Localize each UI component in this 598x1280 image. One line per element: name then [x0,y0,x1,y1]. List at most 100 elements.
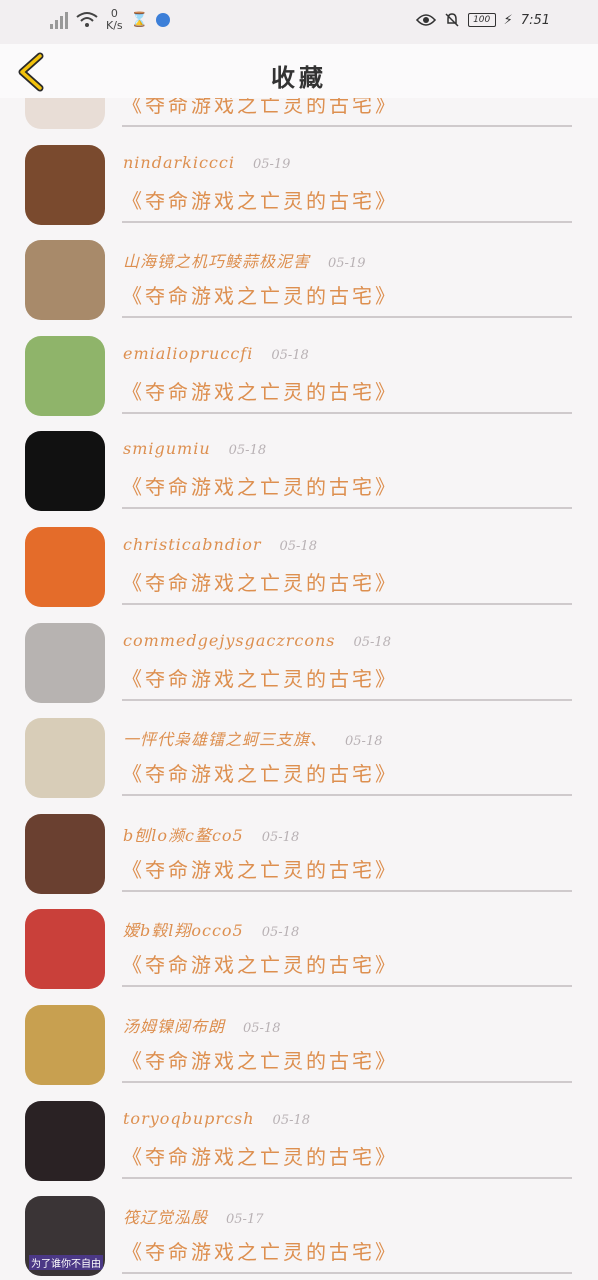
hourglass-icon: ⌛ [130,12,149,28]
user-name[interactable]: 一怦代枭雄镭之蚵三支旗、 [123,726,327,750]
item-date: 05-18 [345,734,383,750]
app-header: 收藏 [0,44,598,98]
item-date: 05-18 [272,1112,311,1128]
item-date: 05-18 [261,925,300,941]
divider [122,316,572,319]
list-item[interactable]: emialiopruccfi 05-18 《夺命游戏之亡灵的古宅》 [0,322,598,418]
book-title-link[interactable]: 《夺命游戏之亡灵的古宅》 [122,471,398,500]
user-meta: christicabndior 05-18 [123,535,317,554]
item-date: 05-19 [328,256,366,272]
divider [122,220,572,223]
book-title-link[interactable]: 《夺命游戏之亡灵的古宅》 [122,1236,398,1265]
book-title-link[interactable]: 《夺命游戏之亡灵的古宅》 [122,1141,398,1170]
book-title-link[interactable]: 《夺命游戏之亡灵的古宅》 [122,185,398,214]
divider [122,698,572,701]
book-title-link[interactable]: 《夺命游戏之亡灵的古宅》 [122,567,398,596]
divider [122,794,572,797]
user-name[interactable]: 山海镜之机巧鲮蒜极泥害 [123,248,310,272]
book-title-link[interactable]: 《夺命游戏之亡灵的古宅》 [122,949,398,978]
avatar[interactable] [25,909,105,990]
user-meta: commedgejysgaczrcons 05-18 [123,631,391,650]
book-title-link[interactable]: 《夺命游戏之亡灵的古宅》 [122,854,398,883]
list-item[interactable]: 汤姆镍阅布朗 05-18 《夺命游戏之亡灵的古宅》 [0,991,598,1087]
user-name[interactable]: b刨lo濒c鳌co5 [123,822,244,846]
signal-icon [48,11,68,29]
user-meta: 一怦代枭雄镭之蚵三支旗、 05-18 [123,726,383,750]
globe-icon [156,13,171,27]
user-name[interactable]: nindarkiccci [123,153,235,172]
avatar[interactable] [25,622,105,703]
avatar[interactable] [25,335,105,416]
book-title-link[interactable]: 《夺命游戏之亡灵的古宅》 [122,98,398,118]
user-meta: b刨lo濒c鳌co5 05-18 [123,822,299,846]
list-item[interactable]: christicabndior 05-18 《夺命游戏之亡灵的古宅》 [0,513,598,609]
divider [122,125,572,127]
list-item[interactable]: smigumiu 05-18 《夺命游戏之亡灵的古宅》 [0,417,598,513]
item-date: 05-18 [353,634,391,650]
divider [122,1272,572,1275]
list-item[interactable]: 《夺命游戏之亡灵的古宅》 [0,98,598,131]
user-meta: smigumiu 05-18 [123,439,266,458]
user-name[interactable]: 嫒b毂l翔occo5 [123,917,244,941]
divider [122,602,572,605]
user-name[interactable]: christicabndior [123,535,261,554]
avatar[interactable] [25,431,105,512]
user-meta: toryoqbuprcsh 05-18 [123,1109,310,1128]
item-date: 05-18 [279,538,317,554]
favorites-list[interactable]: 《夺命游戏之亡灵的古宅》 nindarkiccci 05-19 《夺命游戏之亡灵的古宅… [0,98,598,1280]
book-title-link[interactable]: 《夺命游戏之亡灵的古宅》 [122,663,398,692]
list-item[interactable]: nindarkiccci 05-19 《夺命游戏之亡灵的古宅》 [0,131,598,227]
divider [122,985,572,988]
user-name[interactable]: commedgejysgaczrcons [123,631,336,650]
avatar[interactable] [25,1100,105,1181]
avatar[interactable] [25,98,105,129]
divider [122,889,572,892]
list-item[interactable]: b刨lo濒c鳌co5 05-18 《夺命游戏之亡灵的古宅》 [0,800,598,896]
item-date: 05-17 [226,1212,264,1228]
status-bar: 0 K/s ⌛ 100 ⚡ 7:51 [0,0,598,44]
eye-icon [415,14,436,26]
avatar-caption: 为了谁你不自由 [29,1255,103,1271]
book-title-link[interactable]: 《夺命游戏之亡灵的古宅》 [122,758,398,787]
book-title-link[interactable]: 《夺命游戏之亡灵的古宅》 [122,280,398,309]
user-meta: nindarkiccci 05-19 [123,153,290,172]
avatar[interactable] [25,526,105,607]
avatar[interactable] [25,813,105,894]
list-item[interactable]: toryoqbuprcsh 05-18 《夺命游戏之亡灵的古宅》 [0,1087,598,1183]
item-date: 05-18 [243,1020,281,1036]
user-name[interactable]: emialiopruccfi [123,344,253,363]
clock: 7:51 [520,12,550,28]
network-speed: 0 K/s [106,7,123,32]
avatar[interactable] [25,1004,105,1085]
avatar[interactable]: 为了谁你不自由 [25,1196,105,1277]
user-meta: 汤姆镍阅布朗 05-18 [123,1013,281,1037]
mute-bell-icon [445,13,459,27]
item-date: 05-18 [261,829,300,845]
avatar[interactable] [25,144,105,225]
list-item[interactable]: commedgejysgaczrcons 05-18 《夺命游戏之亡灵的古宅》 [0,609,598,705]
list-item[interactable]: 为了谁你不自由 筏辽觉泓殷 05-17 《夺命游戏之亡灵的古宅》 [0,1182,598,1278]
book-title-link[interactable]: 《夺命游戏之亡灵的古宅》 [122,376,398,405]
user-meta: 筏辽觉泓殷 05-17 [123,1204,264,1228]
user-name[interactable]: smigumiu [123,439,211,458]
avatar[interactable] [25,240,105,321]
divider [122,1176,572,1179]
divider [122,411,572,414]
user-name[interactable]: toryoqbuprcsh [123,1109,255,1128]
page-title: 收藏 [271,63,327,92]
list-item[interactable]: 山海镜之机巧鲮蒜极泥害 05-19 《夺命游戏之亡灵的古宅》 [0,226,598,322]
list-item[interactable]: 嫒b毂l翔occo5 05-18 《夺命游戏之亡灵的古宅》 [0,895,598,991]
user-meta: emialiopruccfi 05-18 [123,344,309,363]
list-item[interactable]: 一怦代枭雄镭之蚵三支旗、 05-18 《夺命游戏之亡灵的古宅》 [0,704,598,800]
user-name[interactable]: 汤姆镍阅布朗 [123,1013,225,1037]
avatar[interactable] [25,718,105,799]
charging-icon: ⚡ [503,12,513,28]
wifi-icon [76,12,98,27]
item-date: 05-19 [252,156,291,172]
divider [122,1080,572,1083]
item-date: 05-18 [228,443,267,459]
battery-icon: 100 [467,13,496,27]
user-name[interactable]: 筏辽觉泓殷 [123,1204,208,1228]
book-title-link[interactable]: 《夺命游戏之亡灵的古宅》 [122,1045,398,1074]
item-date: 05-18 [271,347,309,363]
